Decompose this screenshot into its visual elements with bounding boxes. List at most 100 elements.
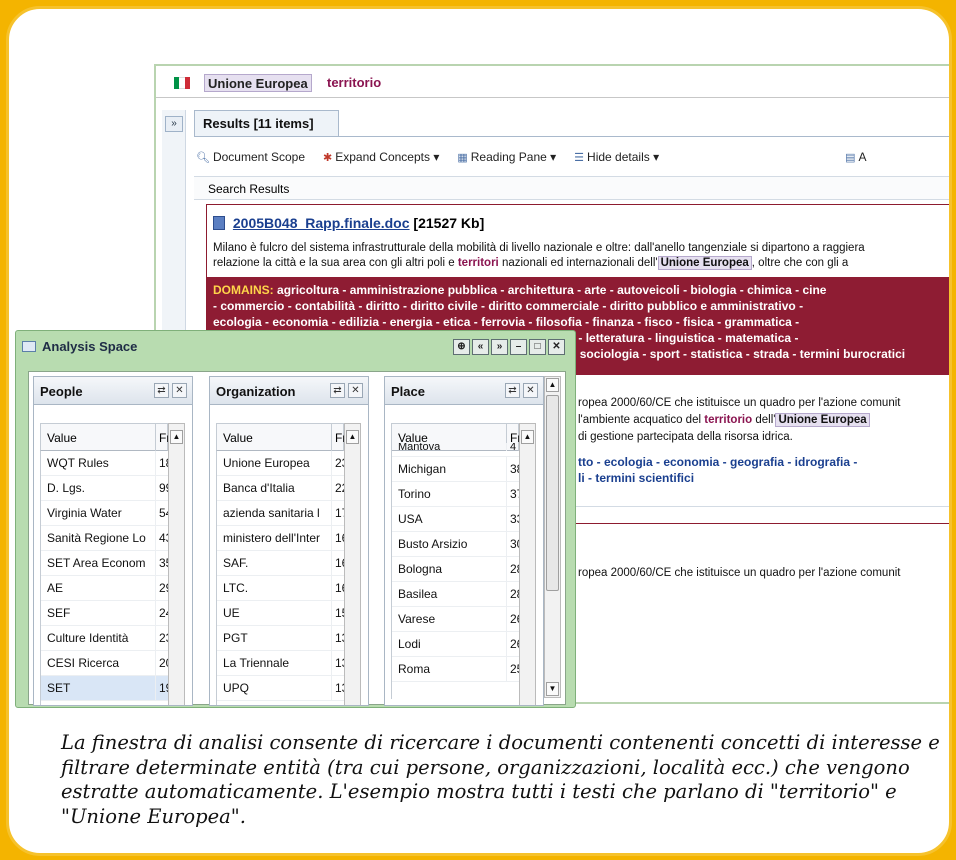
place-close-icon[interactable]: ✕: [523, 383, 538, 398]
list-item[interactable]: Unione Europea 23: [217, 451, 344, 476]
entity-value: AE: [47, 581, 64, 595]
list-item[interactable]: WQT Rules 18: [41, 451, 168, 476]
result2-domains-2: li - termini scientifici: [578, 471, 695, 485]
entity-value: D. Lgs.: [47, 481, 86, 495]
result3-line-1: ropea 2000/60/CE che istituisce un quadr…: [578, 567, 901, 579]
entity-frequency: 23: [155, 626, 168, 650]
pin-icon[interactable]: ⊕: [453, 339, 470, 355]
reading-pane-button[interactable]: ▦ Reading Pane ▾: [457, 150, 556, 164]
list-item[interactable]: Michigan 38: [392, 457, 519, 482]
list-item[interactable]: Busto Arsizio 30: [392, 532, 519, 557]
list-item[interactable]: Bologna 28: [392, 557, 519, 582]
list-item[interactable]: CESI Ricerca 20: [41, 651, 168, 676]
entity-value: Lodi: [398, 637, 421, 651]
list-item[interactable]: SET Area Econom 35: [41, 551, 168, 576]
list-item[interactable]: Banca d'Italia 22: [217, 476, 344, 501]
list-item-selected[interactable]: SET 19: [41, 676, 168, 701]
entity-frequency: 16: [331, 576, 344, 600]
people-scrollbar[interactable]: ▲: [168, 423, 185, 705]
scroll-up-icon[interactable]: ▲: [521, 430, 534, 444]
list-item[interactable]: azienda sanitaria l 17: [217, 501, 344, 526]
list-item[interactable]: LTC. 16: [217, 576, 344, 601]
list-item[interactable]: Virginia Water 54: [41, 501, 168, 526]
list-item[interactable]: Basilea 28: [392, 582, 519, 607]
query-token-unione-europea[interactable]: Unione Europea: [204, 74, 312, 92]
scroll-up-icon[interactable]: ▲: [546, 378, 559, 392]
value-column-header[interactable]: Value: [223, 431, 253, 445]
organization-scrollbar[interactable]: ▲: [344, 423, 361, 705]
collapse-right-icon[interactable]: »: [491, 339, 508, 355]
organization-close-icon[interactable]: ✕: [348, 383, 363, 398]
list-item[interactable]: Varese 26: [392, 607, 519, 632]
scroll-down-icon[interactable]: ▼: [546, 682, 559, 696]
entity-frequency: 26: [506, 632, 519, 656]
query-bar[interactable]: Unione Europea territorio: [156, 66, 949, 98]
snippet-text: relazione la città e la sua area con gli…: [213, 257, 455, 269]
expand-concepts-button[interactable]: ✱ Expand Concepts ▾: [323, 150, 439, 164]
query-token-territorio[interactable]: territorio: [324, 74, 384, 92]
people-refresh-icon[interactable]: ⇄: [154, 383, 169, 398]
result2-line-2: l'ambiente acquatico del territorio dell…: [578, 413, 870, 428]
list-item[interactable]: Torino 37: [392, 482, 519, 507]
snippet-text: nazionali ed internazionali dell': [501, 257, 658, 269]
organization-refresh-icon[interactable]: ⇄: [330, 383, 345, 398]
entity-value: Roma: [398, 662, 431, 676]
list-item[interactable]: AE 29: [41, 576, 168, 601]
analysis-scrollbar[interactable]: ▲ ▼: [544, 376, 561, 698]
entity-value: azienda sanitaria l: [223, 506, 320, 520]
results-toolbar: 🔍︎ Document Scope ✱ Expand Concepts ▾ ▦ Rea…: [196, 146, 949, 168]
collapse-left-icon[interactable]: «: [472, 339, 489, 355]
scroll-thumb[interactable]: [546, 395, 559, 591]
result2-line-3: di gestione partecipata della risorsa id…: [578, 431, 793, 443]
entity-frequency: 54: [155, 501, 168, 525]
tab-results[interactable]: Results [11 items]: [194, 110, 339, 136]
result-snippet: Milano è fulcro del sistema infrastruttu…: [213, 241, 949, 271]
list-item[interactable]: ministero dell'Inter 16: [217, 526, 344, 551]
entity-value: WQT Rules: [47, 456, 109, 470]
people-close-icon[interactable]: ✕: [172, 383, 187, 398]
details-list-icon: ☰: [574, 152, 585, 164]
result2-line-1: ropea 2000/60/CE che istituisce un quadr…: [578, 397, 901, 409]
entity-value: Virginia Water: [47, 506, 122, 520]
entity-frequency: 37: [506, 482, 519, 506]
value-column-header[interactable]: Value: [47, 431, 77, 445]
entity-frequency: 33: [506, 507, 519, 531]
scroll-up-icon[interactable]: ▲: [170, 430, 183, 444]
maximize-icon[interactable]: □: [529, 339, 546, 355]
place-refresh-icon[interactable]: ⇄: [505, 383, 520, 398]
list-item[interactable]: SAF. 16: [217, 551, 344, 576]
list-item[interactable]: Roma 25: [392, 657, 519, 682]
list-item[interactable]: La Triennale 13: [217, 651, 344, 676]
entity-value: CESI Ricerca: [47, 656, 120, 670]
snippet-text: l'ambiente acquatico del: [578, 414, 702, 426]
list-item[interactable]: D. Lgs. 99: [41, 476, 168, 501]
place-scrollbar[interactable]: ▲: [519, 423, 536, 705]
reading-pane-label: Reading Pane ▾: [470, 150, 557, 164]
entity-frequency: 23: [331, 451, 344, 475]
panel-icon: ▤: [845, 152, 856, 164]
more-toolbar-button[interactable]: ▤ A: [845, 150, 866, 164]
entity-value: Unione Europea: [223, 456, 310, 470]
document-scope-button[interactable]: 🔍︎ Document Scope: [196, 150, 305, 164]
list-item[interactable]: SEF 24: [41, 601, 168, 626]
result-file-link[interactable]: 2005B048_Rapp.finale.doc: [233, 215, 410, 231]
list-item[interactable]: UPQ 13: [217, 676, 344, 701]
scroll-up-icon[interactable]: ▲: [346, 430, 359, 444]
hide-details-button[interactable]: ☰ Hide details ▾: [574, 150, 659, 164]
list-item[interactable]: Culture Identità 23: [41, 626, 168, 651]
entity-frequency: 15: [331, 601, 344, 625]
entity-frequency: 16: [331, 526, 344, 550]
list-item[interactable]: UE 15: [217, 601, 344, 626]
list-item[interactable]: Mantova 4: [392, 443, 519, 457]
list-item[interactable]: Lodi 26: [392, 632, 519, 657]
list-item[interactable]: USA 33: [392, 507, 519, 532]
entity-value: SAF.: [223, 556, 249, 570]
close-icon[interactable]: ✕: [548, 339, 565, 355]
expand-sidebar-button[interactable]: »: [165, 116, 183, 132]
entity-value: SEF: [47, 606, 71, 620]
search-results-header: Search Results: [194, 176, 949, 200]
list-item[interactable]: Sanità Regione Lo 43: [41, 526, 168, 551]
minimize-icon[interactable]: –: [510, 339, 527, 355]
list-item[interactable]: PGT 13: [217, 626, 344, 651]
entity-frequency: 43: [155, 526, 168, 550]
